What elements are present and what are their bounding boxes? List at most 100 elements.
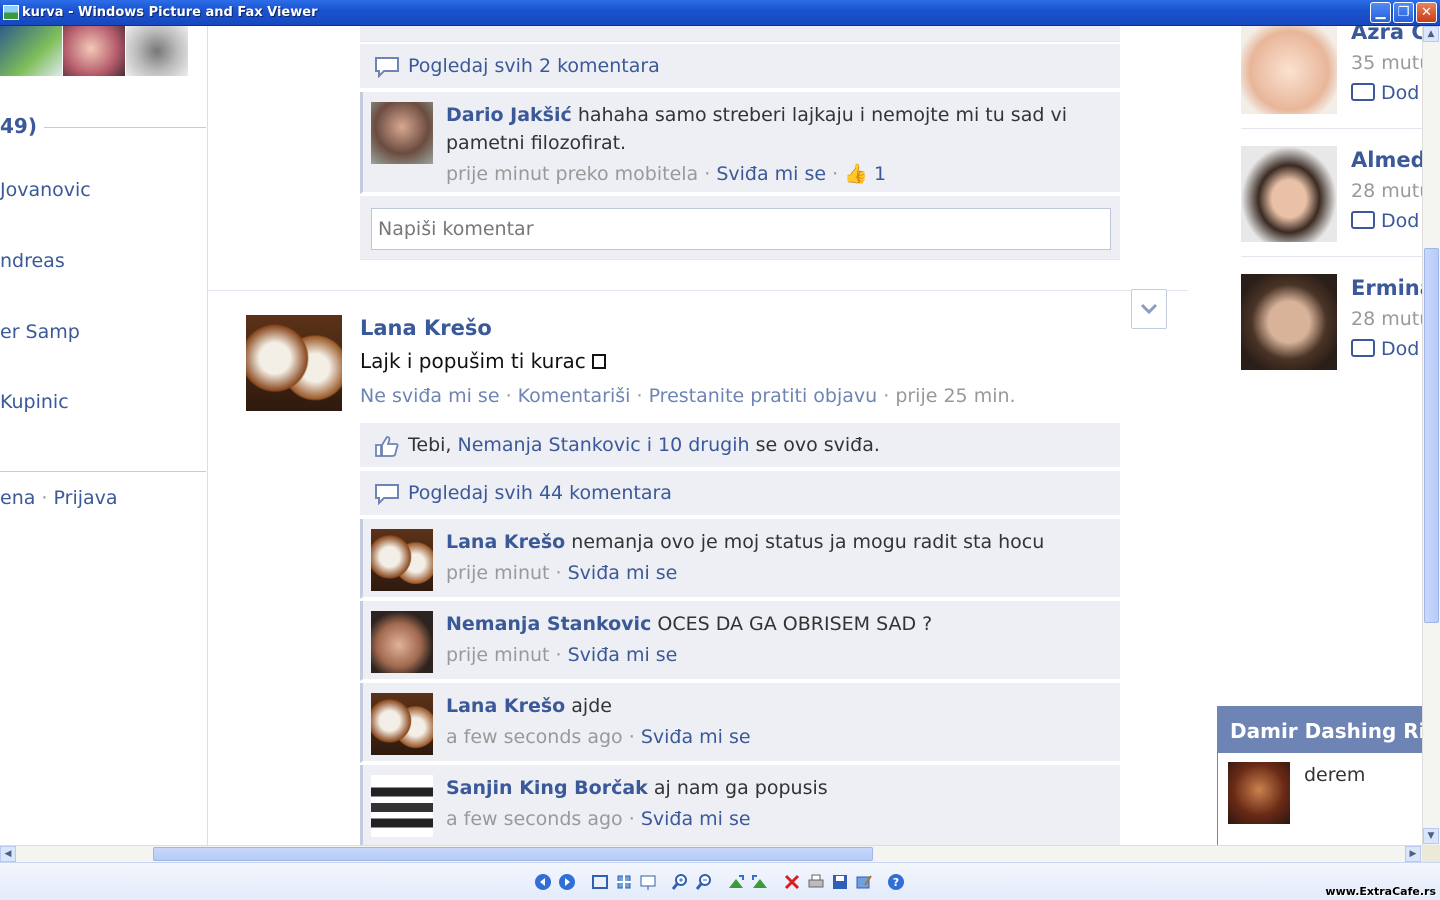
chat-message: derem bbox=[1304, 764, 1366, 786]
friend-photo-thumbnail[interactable] bbox=[126, 26, 188, 76]
comment-item: Lana Krešo ajde a few seconds ago · Sviđ… bbox=[360, 683, 1120, 763]
friend-link[interactable]: ndreas bbox=[0, 250, 65, 272]
rotate-clockwise-icon[interactable] bbox=[727, 873, 745, 891]
commenter-avatar[interactable] bbox=[371, 611, 433, 673]
scroll-up-arrow[interactable]: ▲ bbox=[1423, 26, 1439, 42]
add-friend-label[interactable]: Dod bbox=[1381, 338, 1419, 360]
divider bbox=[44, 127, 206, 128]
zoom-out-icon[interactable] bbox=[695, 873, 713, 891]
horizontal-scroll-thumb[interactable] bbox=[153, 847, 873, 861]
comment-body: Lana Krešo nemanja ovo je moj status ja … bbox=[446, 531, 1044, 553]
slideshow-icon[interactable] bbox=[639, 873, 657, 891]
likes-summary-row: Tebi, Nemanja Stankovic i 10 drugih se o… bbox=[360, 423, 1120, 469]
like-link[interactable]: Sviđa mi se bbox=[568, 562, 678, 584]
comment-item: Sanjin King Borčak aj nam ga popusis a f… bbox=[360, 765, 1120, 846]
post-options-chevron[interactable] bbox=[1131, 289, 1167, 329]
edit-image-icon[interactable] bbox=[855, 873, 873, 891]
add-friend-link[interactable]: Dod bbox=[1351, 82, 1419, 104]
previous-image-icon[interactable] bbox=[534, 873, 552, 891]
footer-separator: · bbox=[41, 487, 48, 509]
footer-link[interactable]: ena bbox=[0, 487, 35, 509]
post-actions: Ne sviđa mi se · Komentariši · Prestanit… bbox=[360, 385, 1016, 407]
write-comment-input[interactable]: Napiši komentar bbox=[371, 208, 1111, 250]
post-time[interactable]: prije 25 min. bbox=[895, 385, 1015, 407]
comment-time: prije minut preko mobitela bbox=[446, 163, 699, 185]
view-all-comments-link[interactable]: Pogledaj svih 2 komentara bbox=[408, 55, 660, 77]
vertical-scroll-thumb[interactable] bbox=[1424, 248, 1439, 623]
save-icon[interactable] bbox=[831, 873, 849, 891]
unlike-link[interactable]: Ne sviđa mi se bbox=[360, 385, 500, 407]
comment-like-count[interactable]: 1 bbox=[874, 163, 886, 185]
add-friend-label[interactable]: Dod bbox=[1381, 210, 1419, 232]
comment-author-link[interactable]: Lana Krešo bbox=[446, 695, 565, 717]
actual-size-icon[interactable] bbox=[615, 873, 633, 891]
view-all-comments-row[interactable]: Pogledaj svih 44 komentara bbox=[360, 471, 1120, 517]
restore-button[interactable]: ❐ bbox=[1393, 2, 1414, 23]
help-icon[interactable]: ? bbox=[887, 873, 905, 891]
suggestion-name[interactable]: Ermina bbox=[1351, 276, 1422, 300]
scroll-right-arrow[interactable]: ▶ bbox=[1405, 846, 1421, 862]
chat-contact-photo[interactable] bbox=[1228, 762, 1290, 824]
suggestion-name[interactable]: Azra C bbox=[1351, 26, 1422, 44]
unfollow-link[interactable]: Prestanite pratiti objavu bbox=[649, 385, 878, 407]
add-friend-link[interactable]: Dod bbox=[1351, 210, 1419, 232]
comment-body: Lana Krešo ajde bbox=[446, 695, 612, 717]
friend-link[interactable]: Kupinic bbox=[0, 391, 69, 413]
comment-meta: a few seconds ago · Sviđa mi se bbox=[446, 808, 751, 830]
thumbs-up-icon[interactable]: 👍 bbox=[844, 163, 868, 185]
delete-icon[interactable] bbox=[783, 873, 801, 891]
commenter-avatar[interactable] bbox=[371, 102, 433, 164]
scroll-down-arrow[interactable]: ▼ bbox=[1423, 828, 1439, 844]
commenter-avatar[interactable] bbox=[371, 693, 433, 755]
friend-link[interactable]: Jovanovic bbox=[0, 179, 91, 201]
suggestion-photo[interactable] bbox=[1241, 26, 1337, 114]
suggestion-photo[interactable] bbox=[1241, 146, 1337, 242]
comment-meta: prije minut preko mobitela · Sviđa mi se… bbox=[446, 163, 887, 185]
post-author-link[interactable]: Lana Krešo bbox=[360, 316, 492, 340]
commenter-avatar[interactable] bbox=[371, 775, 433, 837]
vertical-scrollbar[interactable]: ▲ ▼ bbox=[1422, 26, 1440, 846]
mutual-friends[interactable]: 35 mutu bbox=[1351, 52, 1422, 74]
best-fit-icon[interactable] bbox=[591, 873, 609, 891]
horizontal-scrollbar[interactable]: ◀ ▶ bbox=[0, 845, 1422, 862]
mutual-friends[interactable]: 28 mutu bbox=[1351, 308, 1422, 330]
friend-photo-thumbnail[interactable] bbox=[0, 26, 62, 76]
close-button[interactable]: ✕ bbox=[1416, 2, 1437, 23]
suggestion-photo[interactable] bbox=[1241, 274, 1337, 370]
likers-link[interactable]: Nemanja Stankovic i 10 drugih bbox=[458, 434, 750, 456]
zoom-in-icon[interactable] bbox=[671, 873, 689, 891]
view-all-comments-row[interactable]: Pogledaj svih 2 komentara bbox=[360, 44, 1120, 90]
left-sidebar: 49) Jovanovic ndreas er Samp Kupinic ena… bbox=[0, 26, 208, 846]
friend-suggestion: Almedi 28 mutu Dod bbox=[1241, 146, 1422, 242]
like-link[interactable]: Sviđa mi se bbox=[568, 644, 678, 666]
comment-author-link[interactable]: Sanjin King Borčak bbox=[446, 777, 648, 799]
friend-link[interactable]: er Samp bbox=[0, 321, 80, 343]
like-link[interactable]: Sviđa mi se bbox=[641, 808, 751, 830]
friend-photo-thumbnail[interactable] bbox=[63, 26, 125, 76]
likes-suffix: se ovo sviđa. bbox=[755, 434, 880, 456]
suggestion-name[interactable]: Almedi bbox=[1351, 148, 1422, 172]
comment-item: Lana Krešo nemanja ovo je moj status ja … bbox=[360, 519, 1120, 599]
post-author-avatar[interactable] bbox=[246, 315, 342, 411]
mutual-friends[interactable]: 28 mutu bbox=[1351, 180, 1422, 202]
rotate-counterclockwise-icon[interactable] bbox=[751, 873, 769, 891]
like-link[interactable]: Sviđa mi se bbox=[641, 726, 751, 748]
next-image-icon[interactable] bbox=[558, 873, 576, 891]
missing-glyph-icon bbox=[591, 354, 606, 369]
print-icon[interactable] bbox=[807, 873, 825, 891]
comment-author-link[interactable]: Nemanja Stankovic bbox=[446, 613, 651, 635]
add-friend-link[interactable]: Dod bbox=[1351, 338, 1419, 360]
view-all-comments-link[interactable]: Pogledaj svih 44 komentara bbox=[408, 482, 672, 504]
login-link[interactable]: Prijava bbox=[54, 487, 118, 509]
comment-author-link[interactable]: Lana Krešo bbox=[446, 531, 565, 553]
news-feed: Pogledaj svih 2 komentara Dario Jakšić h… bbox=[208, 26, 1213, 846]
comment-author-link[interactable]: Dario Jakšić bbox=[446, 104, 572, 126]
divider bbox=[1241, 256, 1422, 257]
like-link[interactable]: Sviđa mi se bbox=[716, 163, 826, 185]
scroll-left-arrow[interactable]: ◀ bbox=[0, 846, 16, 862]
commenter-avatar[interactable] bbox=[371, 529, 433, 591]
comment-link[interactable]: Komentariši bbox=[518, 385, 631, 407]
chat-header[interactable]: Damir Dashing Rin bbox=[1218, 707, 1422, 753]
add-friend-label[interactable]: Dod bbox=[1381, 82, 1419, 104]
minimize-button[interactable]: ▁ bbox=[1370, 2, 1391, 23]
